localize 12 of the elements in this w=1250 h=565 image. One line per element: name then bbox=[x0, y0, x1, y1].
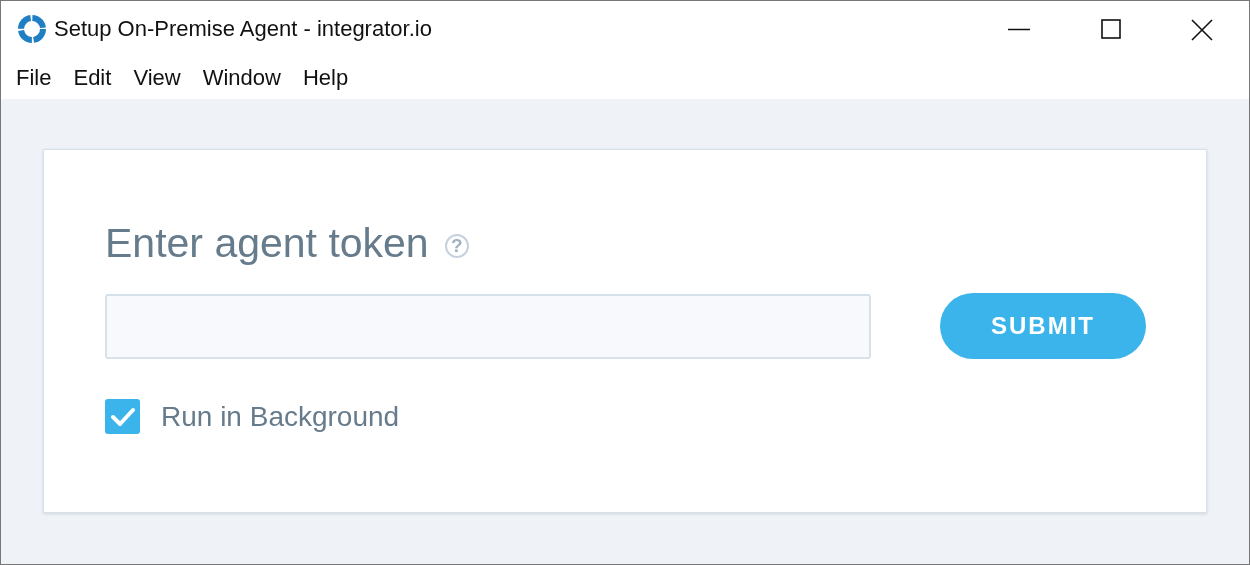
check-icon bbox=[110, 406, 135, 427]
form-heading: Enter agent token bbox=[105, 220, 429, 267]
app-logo-icon bbox=[17, 14, 47, 44]
menu-item[interactable]: Window bbox=[191, 65, 292, 91]
menu-item[interactable]: View bbox=[122, 65, 192, 91]
menu-item[interactable]: File bbox=[5, 65, 63, 91]
window-title: Setup On-Premise Agent - integrator.io bbox=[54, 16, 433, 42]
menu-item[interactable]: Edit bbox=[62, 65, 123, 91]
checkbox[interactable] bbox=[105, 399, 140, 434]
menu-item[interactable]: Help bbox=[291, 65, 360, 91]
checkbox-label: Run in Background bbox=[161, 400, 400, 433]
token-field[interactable] bbox=[105, 293, 871, 359]
